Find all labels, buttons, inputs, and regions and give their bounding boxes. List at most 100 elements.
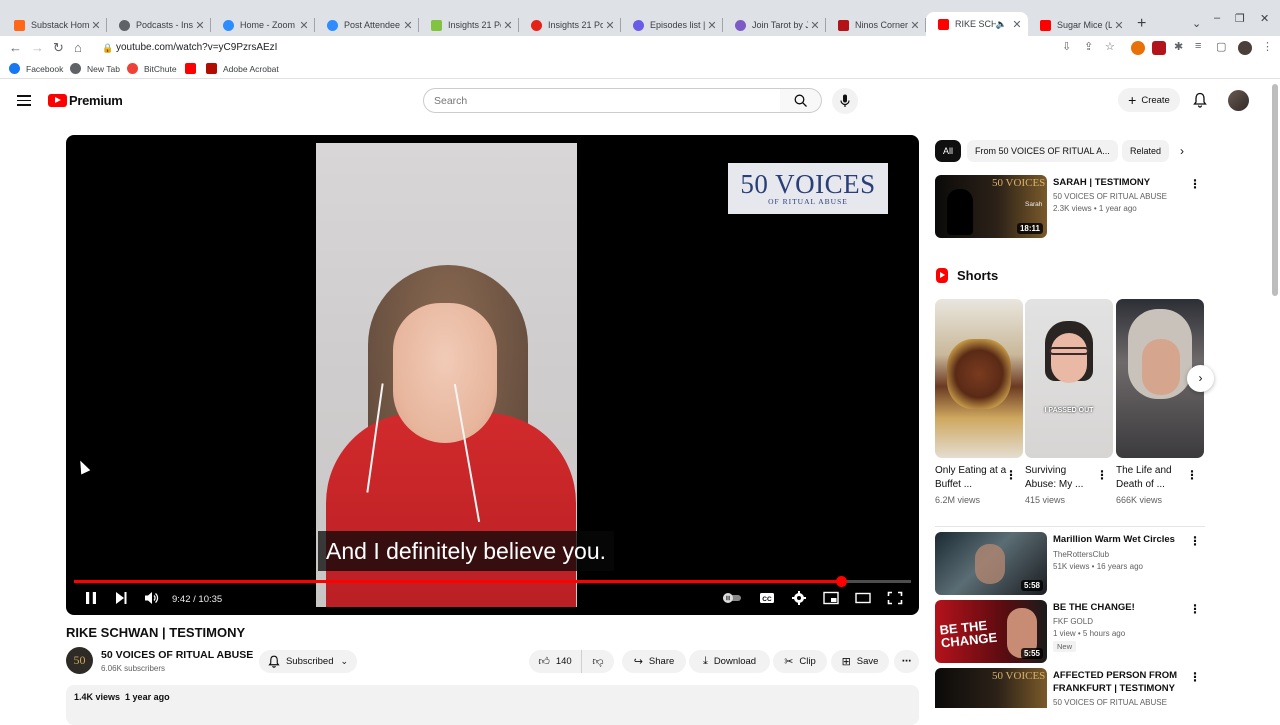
tab-ninos-corner[interactable]: Ninos Corner ✕ (826, 14, 926, 36)
bookmark-bitchute[interactable]: BitChute (127, 63, 177, 74)
short-thumbnail[interactable]: I PASSED OUT (1025, 299, 1113, 458)
more-actions-button[interactable]: ⋯ (894, 650, 919, 673)
back-icon[interactable]: ← (9, 40, 22, 55)
page-scrollbar[interactable] (1272, 84, 1278, 296)
channel-watermark[interactable]: 50 VOICES OF RITUAL ABUSE (728, 163, 888, 214)
theater-mode-icon[interactable] (855, 591, 871, 605)
install-icon[interactable]: ⇩ (1062, 40, 1071, 53)
more-vertical-icon[interactable]: ⋮ (1186, 468, 1198, 482)
forward-icon[interactable]: → (31, 40, 44, 55)
chip-related[interactable]: Related (1122, 140, 1170, 162)
url-field[interactable]: 🔒 youtube.com/watch?v=yC9PzrsAEzI (96, 39, 1126, 57)
reload-icon[interactable]: ↻ (53, 40, 64, 56)
sidebar-icon[interactable]: ▢ (1216, 40, 1226, 53)
dislike-button[interactable]: 👎︎ (581, 650, 614, 673)
chevron-right-icon[interactable]: › (1180, 144, 1184, 158)
description-box[interactable] (66, 685, 919, 725)
close-icon[interactable]: ✕ (501, 19, 515, 32)
speaker-icon[interactable]: 🔈 (996, 19, 1007, 30)
home-icon[interactable]: ⌂ (74, 40, 82, 55)
tab-episodes[interactable]: Episodes list | Sp ✕ (621, 14, 723, 36)
scrubber-handle[interactable] (836, 576, 848, 587)
tab-zoom-home[interactable]: Home - Zoom ✕ (211, 14, 315, 36)
close-icon[interactable]: ✕ (193, 19, 207, 32)
fullscreen-icon[interactable] (887, 591, 903, 605)
more-vertical-icon[interactable]: ⋮ (1189, 177, 1201, 191)
channel-avatar[interactable]: 50 (66, 647, 93, 674)
bookmark-adobe-acrobat[interactable]: Adobe Acrobat (206, 63, 279, 74)
tab-tarot[interactable]: Join Tarot by Jan ✕ (723, 14, 826, 36)
close-icon[interactable]: ✕ (1010, 18, 1024, 31)
pause-icon[interactable] (83, 591, 99, 605)
tab-rike-schwan[interactable]: RIKE SCHWA 🔈 ✕ (926, 12, 1028, 36)
recommended-video[interactable]: 50 VOICES AFFECTED PERSON FROM FRANKFURT… (935, 668, 1205, 708)
like-button[interactable]: 👍︎ 140 (529, 650, 581, 673)
autoplay-toggle[interactable] (721, 591, 743, 605)
account-avatar[interactable] (1228, 90, 1249, 111)
more-vertical-icon[interactable]: ⋮ (1096, 468, 1108, 482)
settings-gear-icon[interactable] (791, 591, 807, 605)
tab-insights-2[interactable]: Insights 21 Pod ✕ (519, 14, 621, 36)
tab-podcasts[interactable]: Podcasts - Insigh ✕ (107, 14, 211, 36)
recommended-video[interactable]: BE THE CHANGE 5:55 BE THE CHANGE! FKF GO… (935, 600, 1205, 664)
extension-icon[interactable] (1152, 41, 1166, 55)
puzzle-icon[interactable]: ✱ (1174, 40, 1183, 53)
tab-search-icon[interactable]: ⌄ (1192, 17, 1201, 30)
bookmark-facebook[interactable]: Facebook (9, 63, 63, 74)
subscribed-button[interactable]: Subscribed ⌄ (259, 650, 357, 673)
tab-insights-1[interactable]: Insights 21 Pod ✕ (419, 14, 519, 36)
notifications-bell-icon[interactable] (1193, 92, 1207, 108)
download-button[interactable]: ⤓ Download (689, 650, 770, 673)
short-thumbnail[interactable] (935, 299, 1023, 458)
search-button[interactable] (780, 88, 822, 113)
next-icon[interactable] (113, 591, 129, 605)
short-title[interactable]: Only Eating at a Buffet ... (935, 464, 1007, 492)
recommended-video[interactable]: 50 VOICES Sarah 18:11 SARAH | TESTIMONY … (935, 175, 1205, 239)
extension-icon[interactable] (1131, 41, 1145, 55)
more-vertical-icon[interactable]: ⋮ (1005, 468, 1017, 482)
close-icon[interactable]: ✕ (89, 19, 103, 32)
close-icon[interactable]: ✕ (1112, 19, 1126, 32)
guide-menu-icon[interactable] (17, 95, 31, 106)
close-icon[interactable]: ✕ (603, 19, 617, 32)
tab-post-attendee[interactable]: Post Attendee - ✕ (315, 14, 419, 36)
close-icon[interactable]: ✕ (908, 19, 922, 32)
more-vertical-icon[interactable]: ⋮ (1189, 670, 1201, 684)
close-icon[interactable]: ✕ (705, 19, 719, 32)
shorts-next-arrow-icon[interactable]: › (1187, 365, 1214, 392)
tab-sugar-mice[interactable]: Sugar Mice (Live ✕ (1028, 14, 1130, 36)
close-icon[interactable]: ✕ (297, 19, 311, 32)
minimize-button[interactable]: – (1214, 12, 1220, 24)
search-input[interactable] (423, 88, 781, 113)
profile-avatar[interactable] (1238, 41, 1252, 55)
close-icon[interactable]: ✕ (808, 19, 822, 32)
progress-bar[interactable] (74, 576, 911, 587)
video-player[interactable]: 50 VOICES OF RITUAL ABUSE And I definite… (66, 135, 919, 615)
volume-icon[interactable] (144, 591, 160, 605)
star-icon[interactable]: ☆ (1105, 40, 1115, 53)
chip-from-channel[interactable]: From 50 VOICES OF RITUAL A... (967, 140, 1118, 162)
chip-all[interactable]: All (935, 140, 962, 162)
restore-button[interactable]: ❐ (1235, 12, 1245, 25)
new-tab-button[interactable]: + (1137, 15, 1146, 33)
youtube-logo[interactable]: Premium (48, 93, 123, 108)
recommended-video[interactable]: 5:58 Marillion Warm Wet Circles TheRotte… (935, 532, 1205, 596)
more-vertical-icon[interactable]: ⋮ (1189, 602, 1201, 616)
captions-icon[interactable]: CC (759, 591, 775, 605)
more-vertical-icon[interactable]: ⋮ (1189, 534, 1201, 548)
window-close-button[interactable]: ✕ (1260, 12, 1269, 25)
share-icon[interactable]: ⇪ (1084, 40, 1093, 53)
channel-name[interactable]: 50 VOICES OF RITUAL ABUSE (101, 649, 253, 661)
short-title[interactable]: The Life and Death of ... (1116, 464, 1188, 492)
bookmark-youtube[interactable] (185, 63, 202, 74)
close-icon[interactable]: ✕ (401, 19, 415, 32)
reading-list-icon[interactable]: ≡ (1195, 40, 1201, 52)
clip-button[interactable]: ✂ Clip (773, 650, 827, 673)
share-button[interactable]: ↪ Share (622, 650, 686, 673)
create-button[interactable]: + Create (1118, 88, 1180, 112)
bookmark-new-tab[interactable]: New Tab (70, 63, 120, 74)
voice-search-button[interactable] (832, 88, 858, 114)
menu-icon[interactable]: ⋮ (1262, 40, 1273, 53)
miniplayer-icon[interactable] (823, 591, 839, 605)
tab-substack[interactable]: Substack Home ✕ (2, 14, 107, 36)
